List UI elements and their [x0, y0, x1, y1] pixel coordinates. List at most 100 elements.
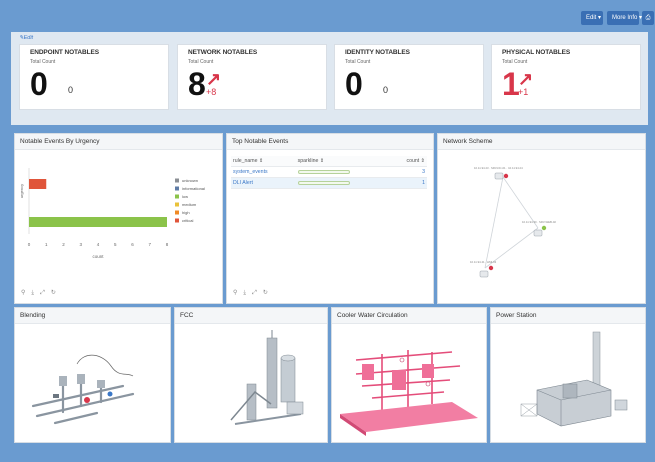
card-value: 0 [30, 66, 48, 102]
x-tick-label: 2 [62, 242, 65, 247]
network-scheme-body: 10.11.94.23 · SRV-DC-01 · 10.11.94.24 10… [438, 150, 645, 303]
legend-label: low [182, 194, 188, 199]
refresh-icon[interactable]: ↻ [51, 290, 56, 296]
panel-title: Top Notable Events [227, 134, 433, 150]
legend-swatch [175, 218, 179, 223]
sparkline-cell [295, 177, 390, 189]
physical-notables-card[interactable]: PHYSICAL NOTABLES Total Count 1 ↗ +1 [491, 44, 641, 110]
top-bar: Edit ▾ More Info ▾ ⎙ [11, 9, 654, 29]
fcc-image [175, 324, 327, 442]
x-axis-label: count [92, 254, 104, 259]
panel-title: Power Station [491, 308, 645, 324]
x-tick-label: 1 [45, 242, 48, 247]
top-notable-body: rule_name ⇕ sparkline ⇕ count ⇕ system_e… [227, 150, 433, 303]
power-station-panel[interactable]: Power Station [490, 307, 646, 443]
dashboard-frame: Edit ▾ More Info ▾ ⎙ ✎Edit ENDPOINT NOTA… [0, 0, 655, 462]
cooler-water-panel[interactable]: Cooler Water Circulation [331, 307, 487, 443]
network-node[interactable]: 10.11.94.41 · HMI-03 [470, 260, 497, 278]
notable-table: rule_name ⇕ sparkline ⇕ count ⇕ system_e… [231, 156, 427, 189]
column-header[interactable]: count ⇕ [389, 156, 427, 167]
chart-tools: ⚲ ⤓ ⤢ ↻ [21, 289, 62, 297]
urgency-chart: 0 1 2 3 4 5 6 7 8 count urgency unknown informationa… [19, 168, 205, 259]
legend-swatch [175, 194, 179, 199]
legend-swatch [175, 210, 179, 215]
legend-label: informational [182, 186, 205, 191]
print-button[interactable]: ⎙ [642, 11, 654, 25]
panel-title: Notable Events By Urgency [15, 134, 222, 150]
svg-text:10.11.94.23 · SRV-DC-01 · 10.1: 10.11.94.23 · SRV-DC-01 · 10.11.94.24 [474, 166, 523, 170]
panel-title: Cooler Water Circulation [332, 308, 486, 324]
x-tick-label: 6 [131, 242, 134, 247]
sparkline-cell [295, 166, 390, 178]
legend-label: medium [182, 202, 197, 207]
notables-band: ✎Edit ENDPOINT NOTABLES Total Count 0 0 … [11, 32, 648, 125]
count-cell[interactable]: 3 [389, 166, 427, 178]
card-secondary-value: 0 [383, 85, 389, 95]
legend-label: critical [182, 218, 193, 223]
trend-up-icon: ↗ [518, 69, 534, 89]
search-icon[interactable]: ⚲ [21, 290, 25, 296]
svg-text:10.11.94.30 · SRV-WEB-02: 10.11.94.30 · SRV-WEB-02 [522, 220, 556, 224]
legend-label: high [182, 210, 190, 215]
table-tools: ⚲ ⤓ ⤢ ↻ [233, 289, 274, 297]
legend-swatch [175, 178, 179, 183]
rule-name-cell[interactable]: system_events [231, 166, 296, 178]
table-row[interactable]: DLI Alert 1 [231, 177, 427, 189]
sparkline [297, 169, 350, 174]
refresh-icon[interactable]: ↻ [263, 290, 268, 296]
rule-name-cell[interactable]: DLI Alert [231, 177, 296, 189]
count-cell[interactable]: 1 [389, 177, 427, 189]
card-value: 8 [188, 66, 206, 102]
column-header[interactable]: sparkline ⇕ [295, 156, 390, 167]
legend-swatch [175, 186, 179, 191]
panel-title: Network Scheme [438, 134, 645, 150]
card-trend: +8 [206, 87, 217, 97]
column-header[interactable]: rule_name ⇕ [231, 156, 296, 167]
y-axis-label: urgency [19, 184, 24, 198]
network-node[interactable]: 10.11.94.30 · SRV-WEB-02 [522, 220, 556, 237]
fcc-panel[interactable]: FCC [174, 307, 328, 443]
bar-critical [29, 179, 47, 189]
sparkline [297, 180, 350, 185]
blending-panel[interactable]: Blending [14, 307, 171, 443]
expand-icon[interactable]: ⤢ [252, 290, 257, 296]
expand-icon[interactable]: ⤢ [40, 290, 45, 296]
card-trend: +1 [518, 87, 529, 97]
legend-label: unknown [182, 178, 198, 183]
x-tick-label: 8 [166, 242, 169, 247]
endpoint-notables-card[interactable]: ENDPOINT NOTABLES Total Count 0 0 [19, 44, 169, 110]
legend-swatch [175, 202, 179, 207]
network-notables-card[interactable]: NETWORK NOTABLES Total Count 8 ↗ +8 [177, 44, 327, 110]
panel-title: FCC [175, 308, 327, 324]
identity-notables-card[interactable]: IDENTITY NOTABLES Total Count 0 0 [334, 44, 484, 110]
network-node[interactable]: 10.11.94.23 · SRV-DC-01 · 10.11.94.24 [474, 166, 523, 180]
cooler-water-image [332, 324, 486, 442]
export-icon[interactable]: ⤓ [31, 290, 34, 296]
trend-up-icon: ↗ [206, 69, 222, 89]
blending-image [15, 324, 170, 442]
panel-title: Blending [15, 308, 170, 324]
edit-button[interactable]: Edit ▾ [581, 11, 603, 25]
table-row[interactable]: system_events 3 [231, 166, 427, 178]
urgency-chart-area: 0 1 2 3 4 5 6 7 8 count urgency unknown informationa… [15, 150, 222, 303]
network-diagram: 10.11.94.23 · SRV-DC-01 · 10.11.94.24 10… [470, 166, 556, 278]
card-title: IDENTITY NOTABLES [345, 49, 410, 56]
x-tick-label: 0 [28, 242, 31, 247]
table-header-row: rule_name ⇕ sparkline ⇕ count ⇕ [231, 156, 427, 167]
bar-medium [29, 217, 167, 227]
x-tick-label: 4 [97, 242, 100, 247]
export-icon[interactable]: ⤓ [243, 290, 246, 296]
card-title: NETWORK NOTABLES [188, 49, 258, 56]
card-title: PHYSICAL NOTABLES [502, 49, 571, 56]
card-value: 0 [345, 66, 363, 102]
svg-text:10.11.94.41 · HMI-03: 10.11.94.41 · HMI-03 [470, 260, 497, 264]
search-icon[interactable]: ⚲ [233, 290, 237, 296]
urgency-panel: Notable Events By Urgency 0 1 2 3 4 5 6 7 8 count… [14, 133, 223, 304]
card-secondary-value: 0 [68, 85, 74, 95]
print-icon: ⎙ [645, 15, 651, 21]
network-scheme-panel: Network Scheme 10.11.94.23 · SRV-DC-01 ·… [437, 133, 646, 304]
more-info-button[interactable]: More Info ▾ [607, 11, 642, 25]
edit-link[interactable]: ✎Edit [19, 35, 33, 41]
x-tick-label: 3 [79, 242, 82, 247]
x-tick-label: 7 [148, 242, 151, 247]
